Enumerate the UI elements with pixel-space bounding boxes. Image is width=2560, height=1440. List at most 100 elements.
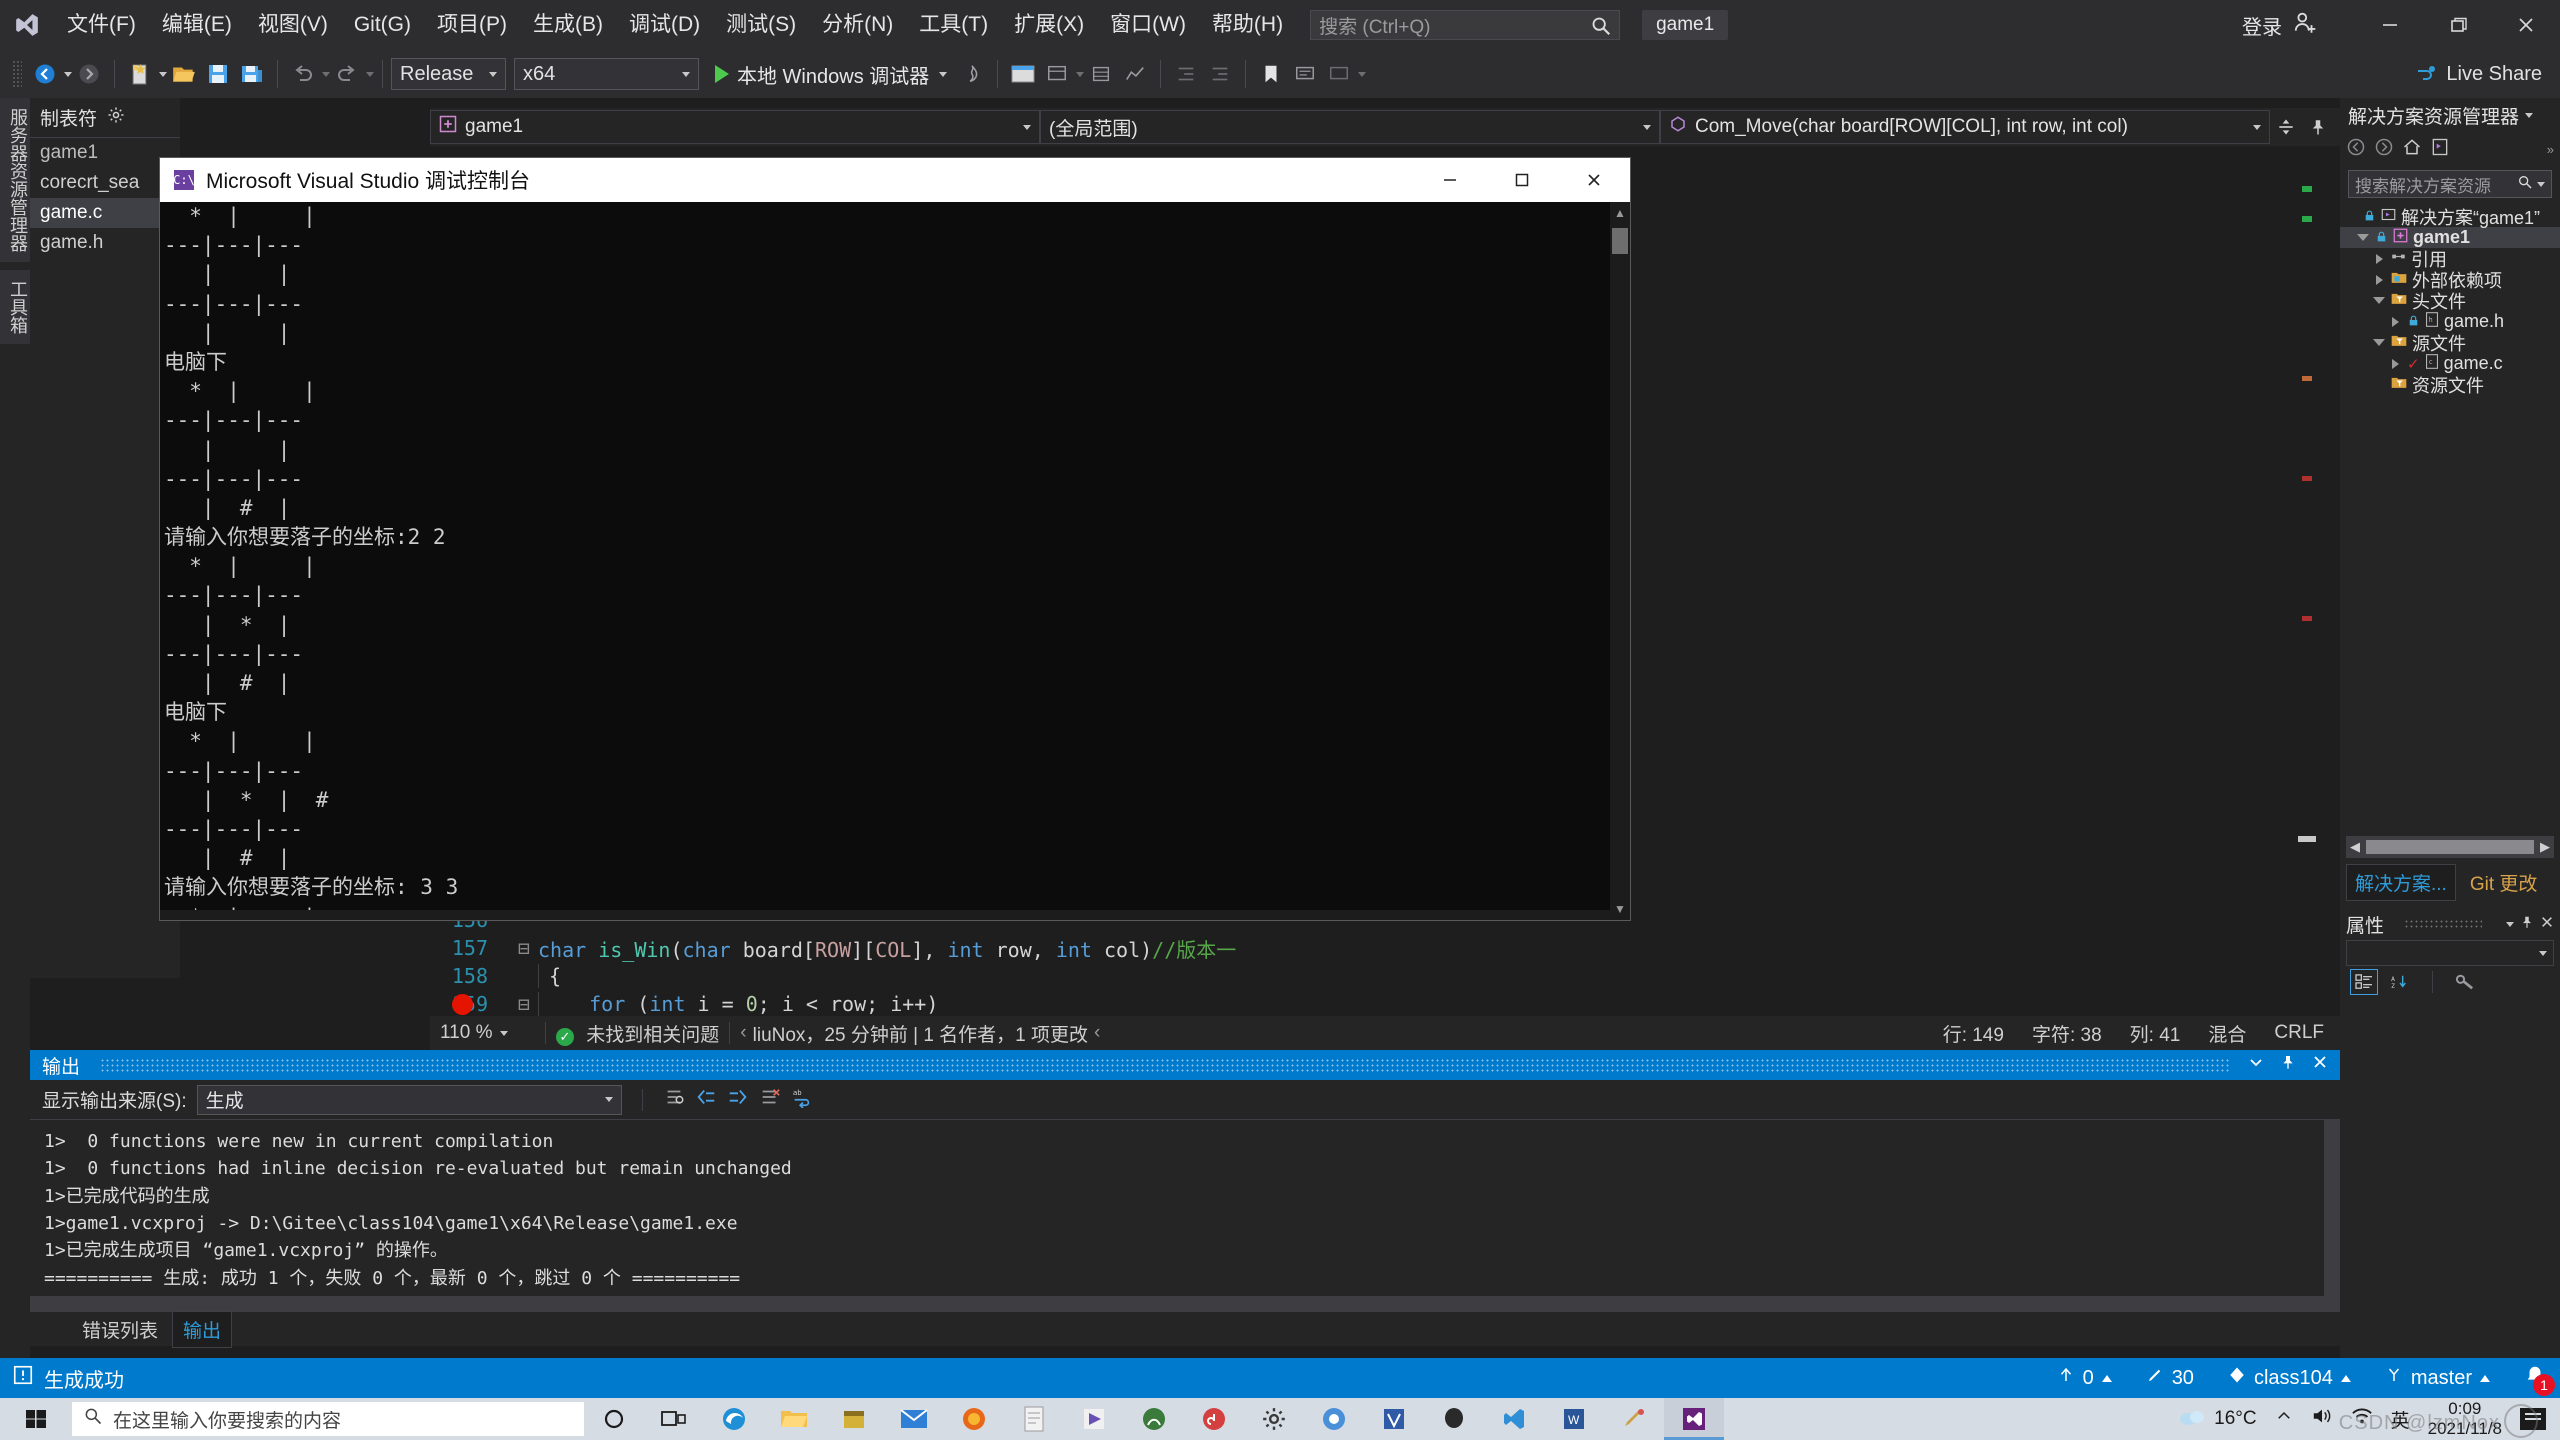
save-all-icon[interactable]: [235, 57, 269, 91]
debug-console-window[interactable]: C:\ Microsoft Visual Studio 调试控制台 * | | …: [160, 158, 1630, 920]
weather-widget[interactable]: 16°C: [2178, 1406, 2256, 1432]
tab-error-list[interactable]: 错误列表: [72, 1312, 168, 1347]
alphabetical-view-icon[interactable]: AZ: [2386, 969, 2414, 995]
redo-icon[interactable]: [330, 57, 364, 91]
console-horizontal-scrollbar[interactable]: [160, 910, 1610, 920]
virtualbox-icon[interactable]: [1364, 1398, 1424, 1440]
open-file-icon[interactable]: [167, 57, 201, 91]
chevron-down-icon[interactable]: [1076, 72, 1084, 77]
left-pane-item-game-h[interactable]: game.h: [30, 228, 180, 258]
configuration-selector[interactable]: Release: [391, 58, 506, 90]
codelens-git-info[interactable]: liuNox，25 分钟前 | 1 名作者，1 项更改: [753, 1020, 1088, 1047]
paint-icon[interactable]: [1604, 1398, 1664, 1440]
menu-git[interactable]: Git(G): [341, 0, 424, 50]
diagnostic-tools-icon[interactable]: [1118, 57, 1152, 91]
indent-decrease-icon[interactable]: [1169, 57, 1203, 91]
indent-increase-icon[interactable]: [1203, 57, 1237, 91]
new-project-icon[interactable]: [123, 57, 157, 91]
line-ending-indicator[interactable]: CRLF: [2274, 1022, 2324, 1044]
comment-icon[interactable]: [1288, 57, 1322, 91]
start-button[interactable]: [0, 1398, 72, 1440]
undo-icon[interactable]: [286, 57, 320, 91]
ime-indicator[interactable]: 英: [2391, 1406, 2410, 1433]
console-close-button[interactable]: [1558, 158, 1630, 202]
menu-build[interactable]: 生成(B): [520, 0, 616, 50]
twisty-expanded-icon[interactable]: [2372, 339, 2386, 346]
toolbar-grip[interactable]: [12, 60, 22, 88]
volume-icon[interactable]: [2311, 1406, 2333, 1432]
visual-studio-taskbar-icon[interactable]: [1664, 1398, 1724, 1440]
scroll-thumb[interactable]: [1612, 228, 1628, 254]
output-vertical-scrollbar[interactable]: [2324, 1120, 2340, 1296]
console-vertical-scrollbar[interactable]: ▲ ▼: [1610, 202, 1630, 920]
taskbar-clock[interactable]: 0:09 2021/11/8: [2428, 1399, 2502, 1439]
file-explorer-icon[interactable]: [764, 1398, 824, 1440]
preview-window-icon[interactable]: [1006, 57, 1040, 91]
output-horizontal-scrollbar[interactable]: [30, 1296, 2340, 1312]
bookmark-icon[interactable]: [1254, 57, 1288, 91]
twisty-collapsed-icon[interactable]: [2388, 317, 2402, 327]
new-project-dropdown-icon[interactable]: [159, 72, 167, 77]
member-dropdown[interactable]: Com_Move(char board[ROW][COL], int row, …: [1660, 110, 2270, 144]
fold-glyph[interactable]: ⊟: [510, 992, 538, 1016]
menu-file[interactable]: 文件(F): [54, 0, 149, 50]
settings-icon[interactable]: [1244, 1398, 1304, 1440]
chevron-down-icon[interactable]: [2525, 113, 2533, 118]
twisty-collapsed-icon[interactable]: [2372, 275, 2386, 285]
properties-object-selector[interactable]: [2346, 940, 2554, 966]
twisty-collapsed-icon[interactable]: [2372, 254, 2386, 264]
chevron-down-icon[interactable]: [2537, 182, 2545, 187]
breakpoint-icon[interactable]: [452, 994, 473, 1015]
solution-explorer-horizontal-scrollbar[interactable]: ◀ ▶: [2346, 836, 2554, 858]
back-icon[interactable]: [2346, 137, 2366, 162]
menu-debug[interactable]: 调试(D): [616, 0, 713, 50]
scroll-left-icon[interactable]: ◀: [2346, 839, 2364, 855]
maximize-button[interactable]: [2424, 0, 2492, 50]
close-icon[interactable]: [2540, 913, 2554, 935]
redo-dropdown-icon[interactable]: [366, 72, 374, 77]
menu-test[interactable]: 测试(S): [713, 0, 809, 50]
twisty-expanded-icon[interactable]: [2356, 234, 2370, 241]
drag-grip[interactable]: [2404, 919, 2482, 929]
close-icon[interactable]: [2312, 1054, 2328, 1076]
solution-view-icon[interactable]: [2430, 137, 2450, 162]
twisty-collapsed-icon[interactable]: [2388, 359, 2402, 369]
issue-status[interactable]: ✓ 未找到相关问题: [556, 1020, 719, 1047]
zoom-selector[interactable]: 110 %: [430, 1022, 535, 1044]
tree-node-header-files[interactable]: 头文件: [2340, 290, 2560, 311]
project-dropdown[interactable]: game1: [430, 110, 1040, 144]
scroll-thumb[interactable]: [2298, 836, 2316, 842]
scroll-down-icon[interactable]: ▼: [1610, 898, 1630, 920]
quick-launch-search[interactable]: 搜索 (Ctrl+Q): [1310, 10, 1620, 40]
tim-icon[interactable]: [1424, 1398, 1484, 1440]
output-source-selector[interactable]: 生成: [197, 1085, 622, 1115]
tree-node-source-files[interactable]: 源文件: [2340, 332, 2560, 353]
sign-in-label[interactable]: 登录: [2242, 11, 2282, 40]
forward-icon[interactable]: [2374, 137, 2394, 162]
git-push-status[interactable]: 0: [2057, 1366, 2112, 1390]
chevron-down-icon[interactable]: [2248, 1054, 2264, 1076]
show-hidden-icons-button[interactable]: [2275, 1407, 2293, 1431]
scope-dropdown[interactable]: (全局范围): [1040, 110, 1660, 144]
uncomment-icon[interactable]: [1322, 57, 1356, 91]
pin-icon[interactable]: [2302, 118, 2334, 136]
save-icon[interactable]: [201, 57, 235, 91]
clear-all-icon[interactable]: [759, 1086, 781, 1114]
fold-glyph[interactable]: ⊟: [510, 936, 538, 960]
cortana-icon[interactable]: [584, 1398, 644, 1440]
codelens-prev-icon[interactable]: ‹: [740, 1022, 746, 1044]
toggle-word-wrap-icon[interactable]: ab: [791, 1086, 813, 1114]
menu-help[interactable]: 帮助(H): [1199, 0, 1296, 50]
menu-window[interactable]: 窗口(W): [1097, 0, 1199, 50]
menu-view[interactable]: 视图(V): [245, 0, 341, 50]
tab-solution-explorer[interactable]: 解决方案...: [2346, 864, 2456, 901]
minimize-button[interactable]: [2356, 0, 2424, 50]
menu-project[interactable]: 项目(P): [424, 0, 520, 50]
scroll-up-icon[interactable]: ▲: [1610, 202, 1630, 224]
menu-edit[interactable]: 编辑(E): [149, 0, 245, 50]
chevron-down-icon[interactable]: [1358, 72, 1366, 77]
drag-grip[interactable]: [100, 1058, 2230, 1072]
go-to-previous-message-icon[interactable]: [695, 1086, 717, 1114]
expand-toolbar-icon[interactable]: »: [2547, 142, 2554, 157]
go-to-next-message-icon[interactable]: [727, 1086, 749, 1114]
